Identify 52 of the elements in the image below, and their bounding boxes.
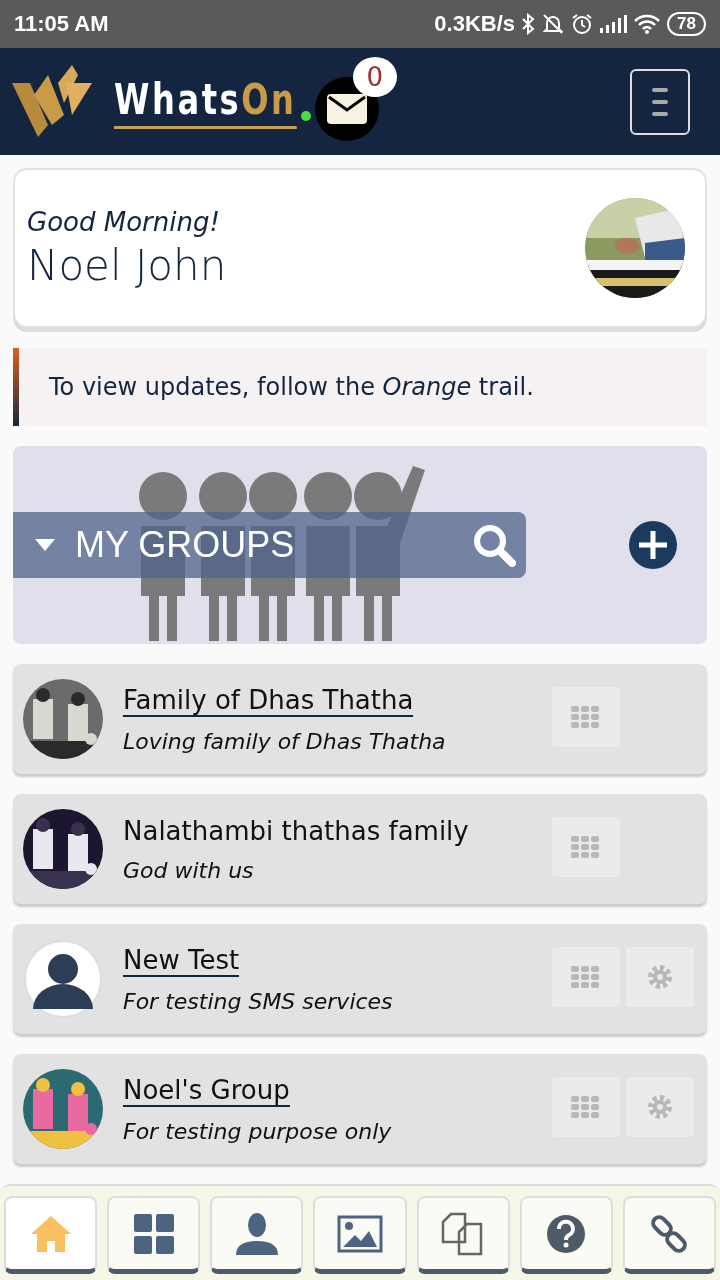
grid-icon: [571, 836, 601, 858]
group-card[interactable]: Noel's Group For testing purpose only: [13, 1054, 707, 1164]
greeting-text: Good Morning!: [27, 206, 221, 237]
grid-icon: [571, 1096, 601, 1118]
menu-icon: [652, 85, 668, 118]
nav-button[interactable]: [210, 1196, 304, 1274]
notice-text: To view updates, follow the Orange trail.: [49, 373, 534, 401]
group-name-link[interactable]: Noel's Group: [123, 1074, 290, 1107]
nav-button[interactable]: [519, 1196, 613, 1274]
add-group-icon[interactable]: [629, 521, 677, 569]
nav-button[interactable]: [622, 1196, 716, 1274]
clock-time: 11:05 AM: [14, 11, 109, 37]
group-name: Nalathambi thathas family: [123, 815, 469, 846]
nav-button[interactable]: [313, 1196, 407, 1274]
groups-header-bar[interactable]: MY GROUPS: [13, 512, 526, 578]
alarm-icon: [571, 13, 594, 35]
group-name-link[interactable]: Family of Dhas Thatha: [123, 684, 414, 717]
muted-bell-icon: [541, 13, 566, 35]
avatar-icon: [23, 939, 103, 1019]
group-card[interactable]: Nalathambi thathas family God with us: [13, 794, 707, 904]
link-icon: [649, 1213, 690, 1254]
settings-icon: [646, 963, 674, 991]
mail-count-badge: 0: [352, 56, 397, 97]
person-icon: [235, 1212, 278, 1255]
group-card[interactable]: Family of Dhas Thatha Loving family of Dhas Thatha: [13, 664, 707, 774]
nav-button[interactable]: [107, 1196, 201, 1274]
settings-icon: [646, 1093, 674, 1121]
brand-name[interactable]: WhatsOn: [114, 74, 297, 129]
grid-icon: [133, 1213, 174, 1254]
network-speed: 0.3KB/s: [434, 11, 516, 37]
nav-button[interactable]: [4, 1196, 98, 1274]
group-description: Loving family of Dhas Thatha: [123, 728, 446, 754]
grid-icon: [571, 966, 601, 988]
group-description: For testing purpose only: [123, 1118, 392, 1144]
group-name-link[interactable]: New Test: [123, 944, 240, 977]
search-icon[interactable]: [472, 523, 516, 567]
grid-icon: [571, 706, 601, 728]
signal-icon: [599, 14, 628, 34]
menu-button[interactable]: [630, 68, 690, 135]
group-description: God with us: [123, 857, 254, 883]
bluetooth-icon: [521, 13, 536, 35]
nav-button[interactable]: [416, 1196, 510, 1274]
image-icon: [337, 1214, 383, 1253]
user-name: Noel John: [27, 240, 227, 290]
group-description: For testing SMS services: [123, 988, 393, 1014]
battery-level: 78: [667, 12, 706, 36]
groups-title: MY GROUPS: [75, 524, 296, 566]
help-icon: [546, 1213, 587, 1254]
wifi-icon: [633, 13, 662, 35]
envelope-icon: [326, 93, 367, 124]
logo-icon: [12, 64, 92, 139]
group-card[interactable]: New Test For testing SMS services: [13, 924, 707, 1034]
